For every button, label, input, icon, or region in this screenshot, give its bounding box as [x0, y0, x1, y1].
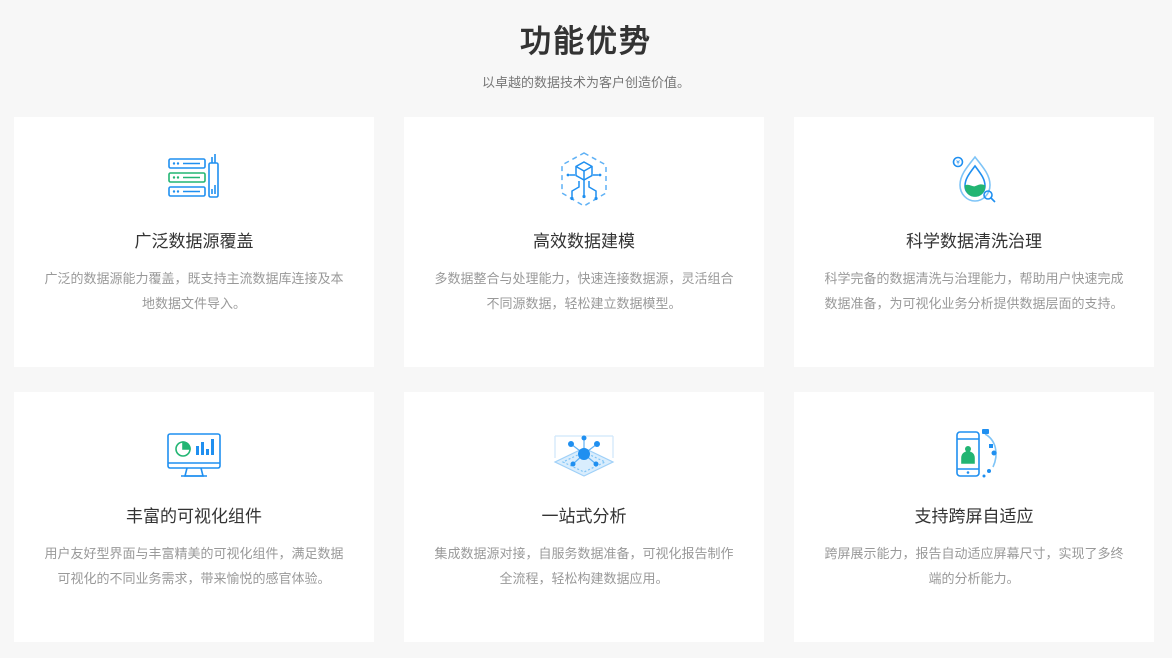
data-modeling-cube-icon: [553, 149, 615, 211]
feature-title: 科学数据清洗治理: [906, 232, 1042, 252]
feature-description: 集成数据源对接，自服务数据准备，可视化报告制作全流程，轻松构建数据应用。: [434, 547, 734, 587]
feature-card-cross-screen: 支持跨屏自适应 跨屏展示能力，报告自动适应屏幕尺寸，实现了多终端的分析能力。: [794, 392, 1154, 642]
feature-title: 高效数据建模: [533, 232, 635, 252]
feature-card-visualization: 丰富的可视化组件 用户友好型界面与丰富精美的可视化组件，满足数据可视化的不同业务…: [14, 392, 374, 642]
feature-grid: 广泛数据源覆盖 广泛的数据源能力覆盖，既支持主流数据库连接及本地数据文件导入。 …: [14, 117, 1154, 642]
feature-title: 支持跨屏自适应: [914, 507, 1034, 527]
section-subtitle: 以卓越的数据技术为客户创造价值。: [481, 76, 690, 91]
cross-screen-phone-icon: [943, 424, 1005, 486]
feature-description: 跨屏展示能力，报告自动适应屏幕尺寸，实现了多终端的分析能力。: [824, 547, 1124, 587]
database-server-icon: [163, 149, 225, 211]
feature-title: 广泛数据源覆盖: [134, 232, 254, 252]
feature-card-cleansing: ¥ 科学数据清洗治理 科学完备的数据清洗与治理能力，帮助用户快速完成数据准备，为…: [794, 117, 1154, 367]
svg-text:¥: ¥: [956, 160, 960, 167]
one-stop-analysis-icon: [553, 424, 615, 486]
feature-description: 用户友好型界面与丰富精美的可视化组件，满足数据可视化的不同业务需求，带来愉悦的感…: [44, 547, 344, 587]
feature-card-modeling: 高效数据建模 多数据整合与处理能力，快速连接数据源，灵活组合不同源数据，轻松建立…: [404, 117, 764, 367]
visualization-monitor-icon: [163, 424, 225, 486]
feature-card-data-source: 广泛数据源覆盖 广泛的数据源能力覆盖，既支持主流数据库连接及本地数据文件导入。: [14, 117, 374, 367]
data-cleansing-drop-icon: ¥: [943, 149, 1005, 211]
section-title: 功能优势: [520, 24, 652, 60]
feature-description: 科学完备的数据清洗与治理能力，帮助用户快速完成数据准备，为可视化业务分析提供数据…: [824, 272, 1124, 312]
feature-description: 广泛的数据源能力覆盖，既支持主流数据库连接及本地数据文件导入。: [44, 272, 344, 312]
feature-card-one-stop: 一站式分析 集成数据源对接，自服务数据准备，可视化报告制作全流程，轻松构建数据应…: [404, 392, 764, 642]
feature-title: 一站式分析: [541, 507, 627, 527]
feature-title: 丰富的可视化组件: [126, 507, 262, 527]
feature-description: 多数据整合与处理能力，快速连接数据源，灵活组合不同源数据，轻松建立数据模型。: [434, 272, 734, 312]
